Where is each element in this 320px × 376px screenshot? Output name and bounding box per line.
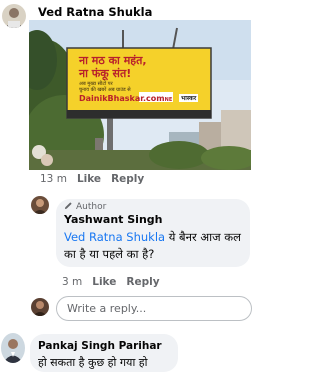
comment-meta: 13 m Like Reply	[40, 173, 144, 185]
mention-link[interactable]: Ved Ratna Shukla	[64, 230, 165, 244]
like-button[interactable]: Like	[77, 173, 101, 185]
billboard-url-suffix: NE	[164, 97, 173, 103]
billboard-logo: भास्कर	[179, 94, 199, 102]
comment-time: 13 m	[40, 173, 67, 185]
comment-author-name[interactable]: Ved Ratna Shukla	[38, 5, 152, 19]
reply-text: Ved Ratna Shukla ये बैनर आज कल का है या …	[64, 229, 248, 263]
billboard-url: DainikBhaskar.comNE	[79, 94, 172, 103]
author-badge-label: Author	[76, 202, 107, 212]
reply-meta: 3 m Like Reply	[62, 276, 160, 288]
reply-like-button[interactable]: Like	[92, 276, 116, 288]
billboard-small2: चुनाव की खबरें अब ग्राउंड से	[79, 87, 131, 93]
pencil-icon	[64, 201, 73, 213]
comment-photo-billboard[interactable]: ना मठ का महंत, ना फंकू संत! अब मुख्य सीट…	[29, 20, 251, 170]
billboard-line2: ना फंकू संत!	[79, 67, 132, 80]
comment-top: Ved Ratna Shukla ना मठ का महंत, ना फंकू …	[0, 0, 254, 190]
author-badge: Author	[64, 201, 106, 213]
reply-time: 3 m	[62, 276, 83, 288]
avatar-yashwant-singh[interactable]	[31, 196, 49, 214]
reply-reply-button[interactable]: Reply	[126, 276, 159, 288]
avatar-pankaj-singh-parihar[interactable]	[1, 333, 25, 363]
avatar-current-user	[31, 298, 49, 316]
write-reply-input[interactable]: Write a reply...	[56, 296, 252, 321]
avatar-ved-ratna-shukla[interactable]	[2, 4, 26, 28]
reply-button[interactable]: Reply	[111, 173, 144, 185]
reply-author-name[interactable]: Yashwant Singh	[64, 213, 163, 226]
billboard-url-text: DainikBhaskar.com	[79, 94, 165, 103]
comment2-author-name[interactable]: Pankaj Singh Parihar	[38, 340, 162, 352]
comment2-text: हो सकता है कुछ हो गया हो	[38, 356, 148, 369]
